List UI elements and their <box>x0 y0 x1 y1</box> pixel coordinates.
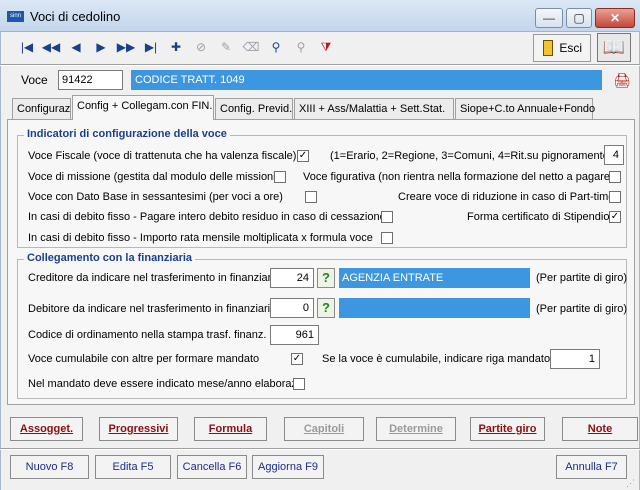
delete-record-icon[interactable]: ⊘ <box>190 36 212 58</box>
tab-configurazione[interactable]: Configuraz <box>12 98 71 119</box>
riga-mandato-label: Se la voce è cumulabile, indicare riga m… <box>322 353 551 365</box>
codice-ordinamento-input[interactable]: 961 <box>270 325 319 345</box>
app-icon: sinn <box>7 11 24 22</box>
dato-base-label: Voce con Dato Base in sessantesimi (per … <box>28 191 283 203</box>
formula-button[interactable]: Formula <box>194 417 267 441</box>
toolbar-separator <box>0 64 640 66</box>
debito-rata-label: In casi di debito fisso - Importo rata m… <box>28 232 373 244</box>
last-record-icon[interactable]: ▶| <box>140 36 162 58</box>
debito-intero-checkbox[interactable] <box>381 211 393 223</box>
previous-record-icon[interactable]: ◀ <box>65 36 87 58</box>
voce-fiscale-label: Voce Fiscale (voce di trattenuta che ha … <box>28 150 297 162</box>
minimize-button[interactable]: — <box>535 8 563 28</box>
creditore-lookup-button[interactable]: ? <box>317 268 335 288</box>
print-icon[interactable]: 🖨 <box>611 70 633 90</box>
voce-fiscale-value-input[interactable]: 4 <box>604 145 624 165</box>
add-record-icon[interactable]: ✚ <box>165 36 187 58</box>
riga-mandato-input[interactable]: 1 <box>550 349 600 369</box>
maximize-button[interactable]: ▢ <box>566 8 592 28</box>
tab-config-previd[interactable]: Config. Previd. <box>215 98 293 119</box>
voce-missione-checkbox[interactable] <box>274 171 286 183</box>
resize-grip-icon[interactable]: ⋰ <box>626 478 636 488</box>
indicatori-title: Indicatori di configurazione della voce <box>24 128 230 140</box>
first-record-icon[interactable]: |◀ <box>16 36 38 58</box>
tab-xiii-ass-malattia[interactable]: XIII + Ass/Malattia + Sett.Stat. <box>294 98 454 119</box>
creditore-label: Creditore da indicare nel trasferimento … <box>28 272 280 284</box>
voce-fiscale-checkbox[interactable]: ✓ <box>297 150 309 162</box>
voce-missione-label: Voce di missione (gestita dal modulo del… <box>28 171 280 183</box>
annulla-button[interactable]: Annulla F7 <box>556 455 627 479</box>
edita-button[interactable]: Edita F5 <box>95 455 171 479</box>
riduzione-part-time-checkbox[interactable] <box>609 191 621 203</box>
nuovo-button[interactable]: Nuovo F8 <box>10 455 89 479</box>
voce-code-input[interactable]: 91422 <box>58 70 123 90</box>
debitore-note: (Per partite di giro) <box>536 303 628 315</box>
cancella-button[interactable]: Cancella F6 <box>177 455 247 479</box>
note-button[interactable]: Note <box>562 417 638 441</box>
debitore-code-input[interactable]: 0 <box>270 298 314 318</box>
cumulabile-checkbox[interactable]: ✓ <box>291 353 303 365</box>
creditore-note: (Per partite di giro) <box>536 272 628 284</box>
debito-rata-checkbox[interactable] <box>381 232 393 244</box>
next-record-icon[interactable]: ▶ <box>90 36 112 58</box>
debitore-lookup-button[interactable]: ? <box>317 298 335 318</box>
tab-config-collegam-fin[interactable]: Config + Collegam.con FIN. <box>72 95 214 120</box>
capitoli-button[interactable]: Capitoli <box>284 417 364 441</box>
aggiorna-button[interactable]: Aggiorna F9 <box>252 455 324 479</box>
creditore-name-field[interactable]: AGENZIA ENTRATE <box>339 268 530 288</box>
mese-anno-checkbox[interactable] <box>293 378 305 390</box>
bottom-separator <box>0 448 640 450</box>
debitore-label: Debitore da indicare nel trasferimento i… <box>28 303 277 315</box>
codice-ordinamento-label: Codice di ordinamento nella stampa trasf… <box>28 329 267 341</box>
door-icon <box>543 40 553 56</box>
forma-certificato-checkbox[interactable]: ✓ <box>609 211 621 223</box>
close-button[interactable]: ✕ <box>595 8 635 28</box>
debito-intero-label: In casi di debito fisso - Pagare intero … <box>28 211 386 223</box>
dato-base-checkbox[interactable] <box>305 191 317 203</box>
riduzione-part-time-label: Creare voce di riduzione in caso di Part… <box>398 191 615 203</box>
forma-certificato-label: Forma certificato di Stipendio <box>467 211 610 223</box>
mese-anno-label: Nel mandato deve essere indicato mese/an… <box>28 378 298 390</box>
previous-page-icon[interactable]: ◀◀ <box>40 36 62 58</box>
partite-giro-button[interactable]: Partite giro <box>470 417 545 441</box>
creditore-code-input[interactable]: 24 <box>270 268 314 288</box>
next-page-icon[interactable]: ▶▶ <box>115 36 137 58</box>
search-disabled-icon[interactable]: ⚲ <box>290 36 312 58</box>
voce-description-field[interactable]: CODICE TRATT. 1049 <box>131 70 602 90</box>
determine-button[interactable]: Determine <box>376 417 456 441</box>
edit-record-icon[interactable]: ✎ <box>215 36 237 58</box>
voce-label: Voce <box>21 73 48 87</box>
book-icon[interactable]: 📖 <box>597 33 631 62</box>
tab-siope-conto-annuale[interactable]: Siope+C.to Annuale+Fondo <box>455 98 595 119</box>
exit-button[interactable]: Esci <box>533 34 591 62</box>
cumulabile-label: Voce cumulabile con altre per formare ma… <box>28 353 260 365</box>
debitore-name-field[interactable] <box>339 298 530 318</box>
assoggettamento-button[interactable]: Assogget. <box>10 417 83 441</box>
voce-figurativa-label: Voce figurativa (non rientra nella forma… <box>303 171 614 183</box>
voce-fiscale-hint: (1=Erario, 2=Regione, 3=Comuni, 4=Rit.su… <box>330 150 613 162</box>
window-title: Voci di cedolino <box>30 9 121 24</box>
progressivi-button[interactable]: Progressivi <box>99 417 178 441</box>
finanziaria-title: Collegamento con la finanziaria <box>24 252 196 264</box>
search-icon[interactable]: ⚲ <box>265 36 287 58</box>
voce-figurativa-checkbox[interactable] <box>609 171 621 183</box>
clear-filter-icon[interactable]: ⧩ <box>315 36 337 58</box>
eraser-icon[interactable]: ⌫ <box>240 36 262 58</box>
